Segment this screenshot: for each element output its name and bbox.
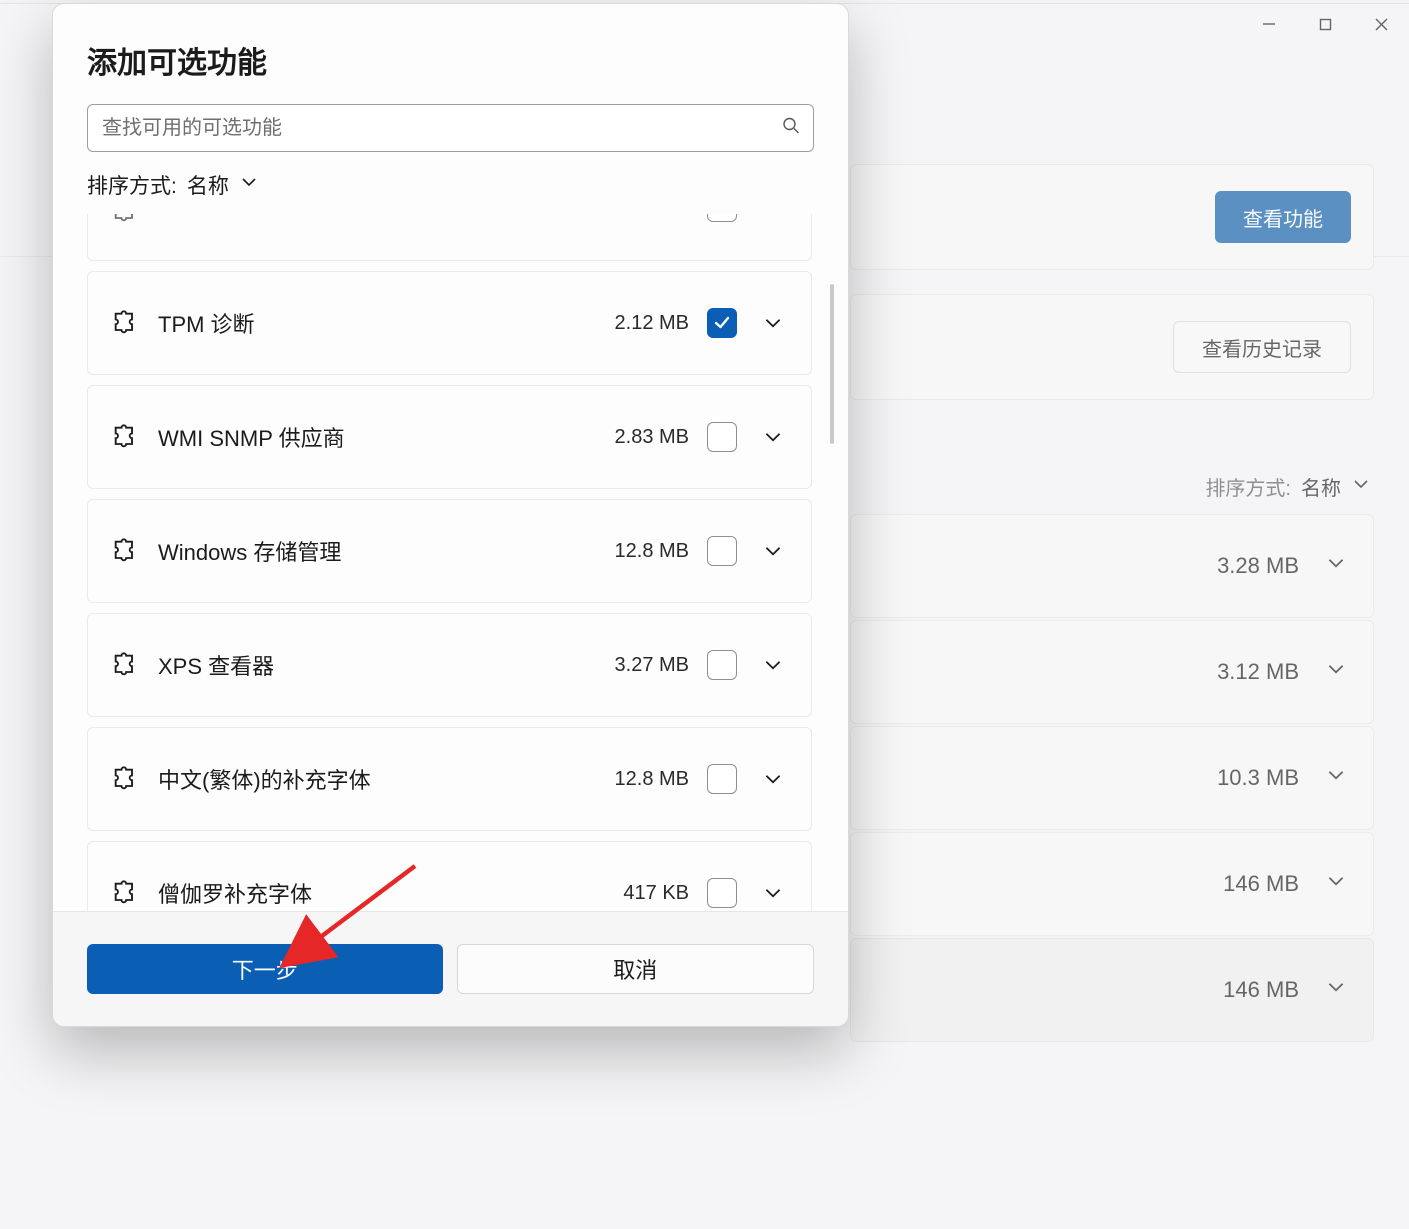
- expand-toggle[interactable]: [755, 533, 791, 569]
- puzzle-icon: [110, 536, 140, 566]
- feature-checkbox[interactable]: [707, 650, 737, 680]
- feature-checkbox[interactable]: [707, 214, 737, 222]
- sort-label: 排序方式:: [87, 170, 177, 200]
- feature-name: WMI SNMP 供应商: [158, 421, 597, 453]
- feature-size: 12.8 MB: [615, 768, 689, 791]
- feature-checkbox[interactable]: [707, 308, 737, 338]
- puzzle-icon: [110, 650, 140, 680]
- feature-row[interactable]: XPS 查看器 3.27 MB: [87, 613, 812, 717]
- expand-toggle[interactable]: [755, 305, 791, 341]
- feature-name: TPM 诊断: [158, 307, 597, 339]
- feature-size: 3.27 MB: [615, 654, 689, 677]
- feature-size: 12.8 MB: [615, 540, 689, 563]
- feature-size: 2.12 MB: [615, 312, 689, 335]
- feature-checkbox[interactable]: [707, 536, 737, 566]
- feature-checkbox[interactable]: [707, 422, 737, 452]
- feature-name: 中文(繁体)的补充字体: [158, 763, 597, 795]
- puzzle-icon: [110, 308, 140, 338]
- cancel-button-label: 取消: [613, 953, 657, 985]
- app-backdrop: 查看功能 查看历史记录 排序方式: 名称 3.28 MB 3.12 MB 10.…: [0, 0, 1409, 1229]
- add-optional-feature-dialog: 添加可选功能 排序方式: 名称 TPM 诊断 2.12 MB: [52, 3, 849, 1027]
- feature-row[interactable]: [87, 214, 812, 261]
- puzzle-icon: [110, 214, 140, 226]
- puzzle-icon: [110, 878, 140, 908]
- expand-toggle[interactable]: [755, 875, 791, 911]
- feature-row[interactable]: WMI SNMP 供应商 2.83 MB: [87, 385, 812, 489]
- feature-name: 僧伽罗补充字体: [158, 877, 605, 909]
- feature-row[interactable]: 中文(繁体)的补充字体 12.8 MB: [87, 727, 812, 831]
- search-input[interactable]: [87, 104, 814, 152]
- scrollbar-thumb[interactable]: [830, 284, 834, 444]
- sort-dropdown[interactable]: 排序方式: 名称: [87, 170, 814, 200]
- next-button[interactable]: 下一步: [87, 944, 443, 994]
- dialog-title: 添加可选功能: [87, 38, 814, 82]
- feature-size: 417 KB: [623, 882, 689, 905]
- feature-row[interactable]: Windows 存储管理 12.8 MB: [87, 499, 812, 603]
- sort-value: 名称: [187, 170, 229, 200]
- dialog-header: 添加可选功能: [53, 4, 848, 82]
- feature-size: 2.83 MB: [615, 426, 689, 449]
- search-field-wrap: [87, 104, 814, 152]
- dialog-footer: 下一步 取消: [53, 911, 848, 1026]
- expand-toggle[interactable]: [755, 647, 791, 683]
- puzzle-icon: [110, 422, 140, 452]
- feature-row[interactable]: TPM 诊断 2.12 MB: [87, 271, 812, 375]
- next-button-label: 下一步: [232, 953, 298, 985]
- feature-list: TPM 诊断 2.12 MB WMI SNMP 供应商 2.83 MB Wind…: [87, 214, 846, 911]
- feature-name: XPS 查看器: [158, 649, 597, 681]
- feature-row[interactable]: 僧伽罗补充字体 417 KB: [87, 841, 812, 911]
- feature-checkbox[interactable]: [707, 878, 737, 908]
- puzzle-icon: [110, 764, 140, 794]
- expand-toggle[interactable]: [755, 419, 791, 455]
- chevron-down-icon: [239, 172, 259, 198]
- feature-checkbox[interactable]: [707, 764, 737, 794]
- feature-name: Windows 存储管理: [158, 535, 597, 567]
- expand-toggle[interactable]: [755, 761, 791, 797]
- cancel-button[interactable]: 取消: [457, 944, 815, 994]
